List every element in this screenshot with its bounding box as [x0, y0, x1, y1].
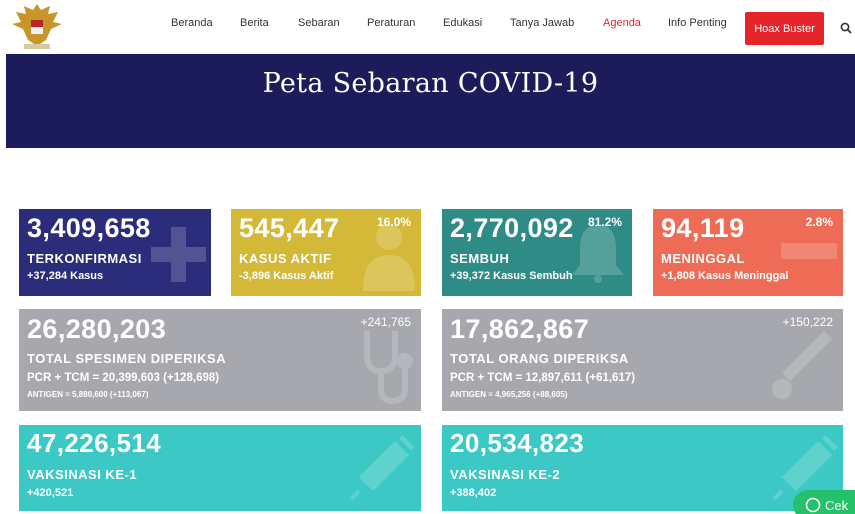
vaksinasi-2-label: VAKSINASI KE-2: [450, 467, 561, 482]
nav-tanya-jawab[interactable]: Tanya Jawab: [510, 17, 574, 29]
bell-icon: [572, 225, 624, 283]
card-kasus-aktif: 545,447 16.0% KASUS AKTIF -3,896 Kasus A…: [231, 209, 421, 296]
kasus-aktif-delta: -3,896 Kasus Aktif: [239, 270, 334, 282]
meninggal-label: MENINGGAL: [661, 251, 745, 266]
orang-label: TOTAL ORANG DIPERIKSA: [450, 351, 629, 366]
garuda-logo[interactable]: [6, 0, 68, 54]
terkonfirmasi-delta: +37,284 Kasus: [27, 270, 104, 282]
card-sembuh: 2,770,092 81.2% SEMBUH +39,372 Kasus Sem…: [442, 209, 632, 296]
card-total-spesimen: 26,280,203 +241,765 TOTAL SPESIMEN DIPER…: [19, 309, 421, 411]
nav-berita[interactable]: Berita: [240, 17, 269, 29]
card-terkonfirmasi: 3,409,658 TERKONFIRMASI +37,284 Kasus: [19, 209, 211, 296]
nav-info-penting[interactable]: Info Penting: [668, 17, 727, 29]
orang-pcr: PCR + TCM = 12,897,611 (+61,617): [450, 372, 636, 384]
whatsapp-cek-button[interactable]: Cek: [793, 490, 855, 514]
kasus-aktif-percent: 16.0%: [376, 215, 411, 229]
spesimen-delta: +241,765: [360, 315, 411, 329]
syringe-icon: [349, 435, 415, 501]
thermometer-icon: [772, 331, 832, 399]
vaksinasi-2-delta: +388,402: [450, 487, 497, 499]
orang-delta: +150,222: [782, 315, 833, 329]
spesimen-label: TOTAL SPESIMEN DIPERIKSA: [27, 351, 227, 366]
meninggal-value: 94,119: [661, 213, 745, 243]
sembuh-value: 2,770,092: [450, 213, 574, 243]
nav-peraturan[interactable]: Peraturan: [367, 17, 415, 29]
terkonfirmasi-value: 3,409,658: [27, 213, 151, 243]
meninggal-delta: +1,808 Kasus Meninggal: [661, 270, 789, 282]
nav-sebaran[interactable]: Sebaran: [298, 17, 340, 29]
orang-antigen: ANTIGEN = 4,965,256 (+88,605): [450, 390, 568, 399]
kasus-aktif-value: 545,447: [239, 213, 340, 243]
whatsapp-cek-label: Cek: [825, 497, 849, 513]
terkonfirmasi-label: TERKONFIRMASI: [27, 251, 142, 266]
card-total-orang: 17,862,867 +150,222 TOTAL ORANG DIPERIKS…: [442, 309, 843, 411]
minus-icon: [781, 243, 837, 259]
page-title: Peta Sebaran COVID-19: [262, 68, 599, 99]
vaksinasi-1-label: VAKSINASI KE-1: [27, 467, 138, 482]
plus-icon: [151, 227, 206, 282]
spesimen-value: 26,280,203: [27, 314, 167, 344]
stethoscope-icon: [364, 331, 413, 405]
kasus-aktif-label: KASUS AKTIF: [239, 251, 332, 266]
sembuh-label: SEMBUH: [450, 251, 510, 266]
orang-value: 17,862,867: [450, 314, 590, 344]
sembuh-percent: 81.2%: [587, 215, 622, 229]
nav-edukasi[interactable]: Edukasi: [443, 17, 482, 29]
meninggal-percent: 2.8%: [805, 215, 833, 229]
sembuh-delta: +39,372 Kasus Sembuh: [450, 270, 573, 282]
whatsapp-icon: [805, 497, 821, 513]
doctor-icon: [363, 224, 415, 291]
card-meninggal: 94,119 2.8% MENINGGAL +1,808 Kasus Menin…: [653, 209, 843, 296]
card-vaksinasi-2: 20,534,823 VAKSINASI KE-2 +388,402: [442, 425, 843, 511]
hoax-buster-button[interactable]: Hoax Buster: [745, 12, 824, 45]
top-navbar: Beranda Berita Sebaran Peraturan Edukasi…: [0, 0, 855, 56]
card-vaksinasi-1: 47,226,514 VAKSINASI KE-1 +420,521: [19, 425, 421, 511]
page-banner: Peta Sebaran COVID-19: [6, 54, 855, 148]
nav-agenda[interactable]: Agenda: [603, 17, 641, 29]
spesimen-antigen: ANTIGEN = 5,880,600 (+113,067): [27, 390, 149, 399]
search-icon[interactable]: [840, 21, 852, 34]
spesimen-pcr: PCR + TCM = 20,399,603 (+128,698): [27, 372, 220, 384]
vaksinasi-2-value: 20,534,823: [450, 428, 585, 458]
vaksinasi-1-value: 47,226,514: [27, 428, 162, 458]
nav-beranda[interactable]: Beranda: [171, 17, 213, 29]
vaksinasi-1-delta: +420,521: [27, 487, 74, 499]
